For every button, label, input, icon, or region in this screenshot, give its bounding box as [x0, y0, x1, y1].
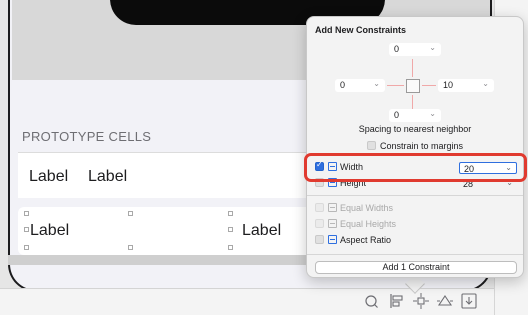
equal-heights-row: Equal Heights	[315, 219, 396, 229]
leading-spacing-field[interactable]: 0 ⌄	[335, 79, 385, 92]
bottom-spacing-field[interactable]: 0 ⌄	[389, 109, 441, 122]
prototype-cells-header: PROTOTYPE CELLS	[22, 129, 152, 144]
trailing-spacing-value: 10	[443, 80, 454, 90]
cell-label[interactable]: Label	[88, 168, 127, 186]
chevron-down-icon: ⌄	[373, 79, 380, 88]
leading-spacing-beam[interactable]	[387, 85, 404, 86]
equal-widths-row: Equal Widths	[315, 203, 393, 213]
width-row-highlight	[304, 153, 527, 182]
equal-widths-label: Equal Widths	[340, 203, 394, 213]
trailing-spacing-field[interactable]: 10 ⌄	[438, 79, 494, 92]
add-constraints-button[interactable]: Add 1 Constraint	[315, 261, 517, 274]
aspect-ratio-row[interactable]: Aspect Ratio	[315, 235, 391, 245]
resize-handle[interactable]	[128, 245, 133, 250]
bottom-spacing-value: 0	[394, 110, 400, 120]
spacing-caption: Spacing to nearest neighbor	[358, 124, 472, 134]
equal-widths-checkbox	[315, 203, 324, 212]
aspect-ratio-checkbox[interactable]	[315, 235, 324, 244]
trailing-spacing-beam[interactable]	[422, 85, 436, 86]
equal-heights-label: Equal Heights	[340, 219, 397, 229]
resize-handle[interactable]	[228, 227, 233, 232]
aspect-ratio-label: Aspect Ratio	[340, 235, 392, 245]
constrain-to-margins-row[interactable]: Constrain to margins	[307, 141, 523, 151]
resize-handle[interactable]	[24, 227, 29, 232]
equal-widths-icon	[328, 203, 337, 212]
top-spacing-field[interactable]: 0 ⌄	[389, 43, 441, 56]
resize-handle[interactable]	[228, 211, 233, 216]
align-icon[interactable]	[388, 292, 406, 310]
divider	[307, 254, 523, 255]
cell-label[interactable]: Label	[242, 222, 281, 240]
resize-handle[interactable]	[228, 245, 233, 250]
cell-label[interactable]: Label	[30, 222, 69, 240]
resize-handle[interactable]	[24, 245, 29, 250]
bottom-spacing-beam[interactable]	[412, 95, 413, 109]
top-spacing-value: 0	[394, 44, 400, 54]
top-spacing-beam[interactable]	[412, 59, 413, 77]
equal-heights-icon	[328, 219, 337, 228]
chevron-down-icon: ⌄	[429, 109, 436, 118]
equal-heights-checkbox	[315, 219, 324, 228]
divider	[307, 195, 523, 196]
constrain-to-margins-checkbox[interactable]	[366, 141, 376, 150]
popover-title: Add New Constraints	[315, 25, 407, 35]
embed-in-icon[interactable]	[460, 292, 478, 310]
chevron-down-icon: ⌄	[482, 79, 489, 88]
cell-label[interactable]: Label	[29, 168, 68, 186]
leading-spacing-value: 0	[340, 80, 346, 90]
resolve-issues-icon[interactable]	[436, 292, 454, 310]
resize-handle[interactable]	[24, 211, 29, 216]
aspect-ratio-icon	[328, 235, 337, 244]
add-new-constraints-popover: Add New Constraints 0 ⌄ 0 ⌄ 10 ⌄ 0 ⌄ Spa…	[306, 16, 524, 278]
chevron-down-icon: ⌄	[429, 43, 436, 52]
update-frames-icon[interactable]	[362, 292, 380, 310]
constraint-target-box	[406, 79, 420, 93]
constrain-to-margins-label: Constrain to margins	[379, 141, 464, 151]
resize-handle[interactable]	[128, 211, 133, 216]
add-constraints-icon[interactable]	[412, 292, 430, 310]
